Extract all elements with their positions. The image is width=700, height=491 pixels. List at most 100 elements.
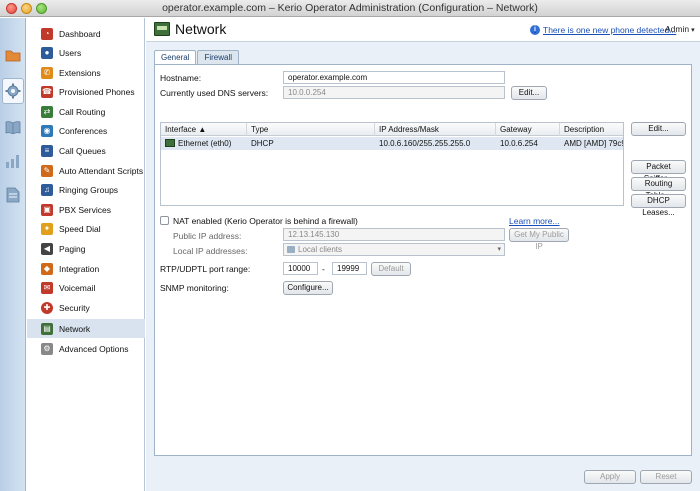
dns-servers-field: 10.0.0.254 [283, 86, 505, 99]
tab-general[interactable]: General [154, 50, 197, 65]
dhcp-leases-button[interactable]: DHCP Leases... [631, 194, 686, 217]
sidebar-item-label: Integration [59, 263, 100, 274]
page-header: Network i There is one new phone detecte… [146, 18, 700, 42]
network-clients-icon [287, 246, 295, 253]
rtp-port-range-label: RTP/UDPTL port range: [160, 264, 251, 274]
cell-type: DHCP [251, 139, 274, 148]
learn-more-link[interactable]: Learn more... [509, 216, 560, 226]
paging-icon: ◀ [41, 242, 53, 255]
gear-icon [5, 83, 21, 99]
rail-help-button[interactable] [2, 114, 24, 140]
sidebar-item-users[interactable]: ● Users [27, 43, 145, 62]
cell-description: AMD [AMD] 79c9... [564, 139, 623, 148]
pbx-services-icon: ▣ [41, 203, 53, 216]
nat-enabled-checkbox[interactable] [160, 216, 169, 225]
voicemail-icon: ✉ [41, 281, 53, 294]
phone-icon: ✆ [41, 66, 53, 79]
sidebar-item-label: Call Routing [59, 106, 106, 117]
general-panel: Hostname: operator.example.com Currently… [154, 64, 692, 456]
table-row[interactable]: Ethernet (eth0) DHCP 10.0.6.160/255.255.… [161, 137, 623, 150]
sidebar-item-speed-dial[interactable]: ✦ Speed Dial [27, 219, 145, 238]
column-type[interactable]: Type [247, 123, 375, 136]
sidebar-item-label: Auto Attendant Scripts [59, 165, 144, 176]
sidebar-item-dashboard[interactable]: ◔ Dashboard [27, 24, 145, 43]
network-icon: ▤ [41, 322, 53, 335]
rtp-port-to-field[interactable]: 19999 [332, 262, 367, 275]
packet-sniffer-button[interactable]: Packet Sniffer... [631, 160, 686, 183]
user-name: Admin [665, 24, 690, 34]
window-titlebar: operator.example.com – Kerio Operator Ad… [0, 0, 700, 17]
bar-chart-icon [6, 155, 19, 168]
nat-enabled-label: NAT enabled (Kerio Operator is behind a … [173, 216, 358, 226]
apply-button[interactable]: Apply [584, 470, 636, 484]
column-interface[interactable]: Interface ▲ [161, 123, 247, 136]
new-phone-notification-link[interactable]: i There is one new phone detected... [530, 25, 676, 35]
sidebar-item-label: Users [59, 47, 82, 58]
cell-interface: Ethernet (eth0) [161, 137, 247, 150]
sidebar-item-label: Call Queues [59, 145, 106, 156]
rail-statistics-button[interactable] [2, 148, 24, 174]
users-icon: ● [41, 46, 53, 59]
rail-folder-button[interactable] [2, 42, 24, 68]
sidebar-item-extensions[interactable]: ✆ Extensions [27, 63, 145, 82]
sidebar-item-auto-attendant-scripts[interactable]: ✎ Auto Attendant Scripts [27, 161, 145, 180]
section-rail [0, 18, 26, 491]
rtp-port-from-field[interactable]: 10000 [283, 262, 318, 275]
sidebar-item-label: Security [59, 302, 90, 313]
sidebar-item-paging[interactable]: ◀ Paging [27, 239, 145, 258]
column-gateway[interactable]: Gateway [496, 123, 560, 136]
default-ports-button[interactable]: Default [371, 262, 411, 276]
ringing-group-icon: ♫ [41, 183, 53, 196]
notification-text: There is one new phone detected... [543, 25, 677, 35]
table-header: Interface ▲ Type IP Address/Mask Gateway… [161, 123, 623, 136]
get-my-public-ip-button[interactable]: Get My Public IP [509, 228, 569, 251]
sidebar-item-label: Paging [59, 243, 86, 254]
info-icon: i [530, 25, 540, 35]
page-title: Network [175, 21, 227, 37]
sidebar-item-network[interactable]: ▤ Network [27, 319, 145, 338]
routing-table-button[interactable]: Routing Table... [631, 177, 686, 200]
column-ip-address[interactable]: IP Address/Mask [375, 123, 496, 136]
sidebar-item-conferences[interactable]: ◉ Conferences [27, 121, 145, 140]
user-menu[interactable]: Admin ▾ [665, 24, 695, 34]
interface-name: Ethernet (eth0) [178, 139, 232, 148]
main-content: Network i There is one new phone detecte… [146, 18, 700, 491]
sidebar-nav: ◔ Dashboard ● Users ✆ Extensions ☎ Provi… [27, 18, 145, 491]
window-title: operator.example.com – Kerio Operator Ad… [162, 2, 538, 14]
sidebar-item-provisioned-phones[interactable]: ☎ Provisioned Phones [27, 82, 145, 101]
sidebar-item-label: Advanced Options [59, 343, 129, 354]
security-icon: ✚ [41, 301, 53, 314]
document-icon [6, 187, 20, 203]
local-ip-select: Local clients ▾ [283, 243, 505, 256]
snmp-configure-button[interactable]: Configure... [283, 281, 333, 295]
sidebar-item-pbx-services[interactable]: ▣ PBX Services [27, 200, 145, 219]
sidebar-item-call-queues[interactable]: ≡ Call Queues [27, 141, 145, 160]
sidebar-item-label: Voicemail [59, 282, 96, 293]
hostname-label: Hostname: [160, 73, 202, 83]
dns-edit-button[interactable]: Edit... [511, 86, 547, 100]
sidebar-item-label: Provisioned Phones [59, 86, 135, 97]
chevron-down-icon: ▾ [691, 27, 695, 34]
sidebar-item-ringing-groups[interactable]: ♫ Ringing Groups [27, 180, 145, 199]
sidebar-item-voicemail[interactable]: ✉ Voicemail [27, 278, 145, 297]
conference-icon: ◉ [41, 124, 53, 137]
speed-dial-icon: ✦ [41, 222, 53, 235]
rail-configuration-button[interactable] [2, 78, 24, 104]
interface-edit-button[interactable]: Edit... [631, 122, 686, 136]
sidebar-item-integration[interactable]: ◆ Integration [27, 259, 145, 278]
sidebar-item-label: Network [59, 323, 91, 334]
tab-firewall[interactable]: Firewall [197, 50, 240, 64]
reset-button[interactable]: Reset [640, 470, 692, 484]
public-ip-label: Public IP address: [173, 231, 242, 241]
sidebar-item-advanced-options[interactable]: ⚙ Advanced Options [27, 339, 145, 358]
column-description[interactable]: Description [560, 123, 623, 136]
hostname-field[interactable]: operator.example.com [283, 71, 505, 84]
sidebar-item-call-routing[interactable]: ⇄ Call Routing [27, 102, 145, 121]
sidebar-item-label: Speed Dial [59, 223, 101, 234]
network-icon [154, 22, 170, 36]
chevron-down-icon: ▾ [497, 246, 501, 253]
rail-logs-button[interactable] [2, 182, 24, 208]
sidebar-item-label: Ringing Groups [59, 184, 119, 195]
sidebar-item-security[interactable]: ✚ Security [27, 298, 145, 317]
cell-ip-address: 10.0.6.160/255.255.255.0 [379, 139, 471, 148]
